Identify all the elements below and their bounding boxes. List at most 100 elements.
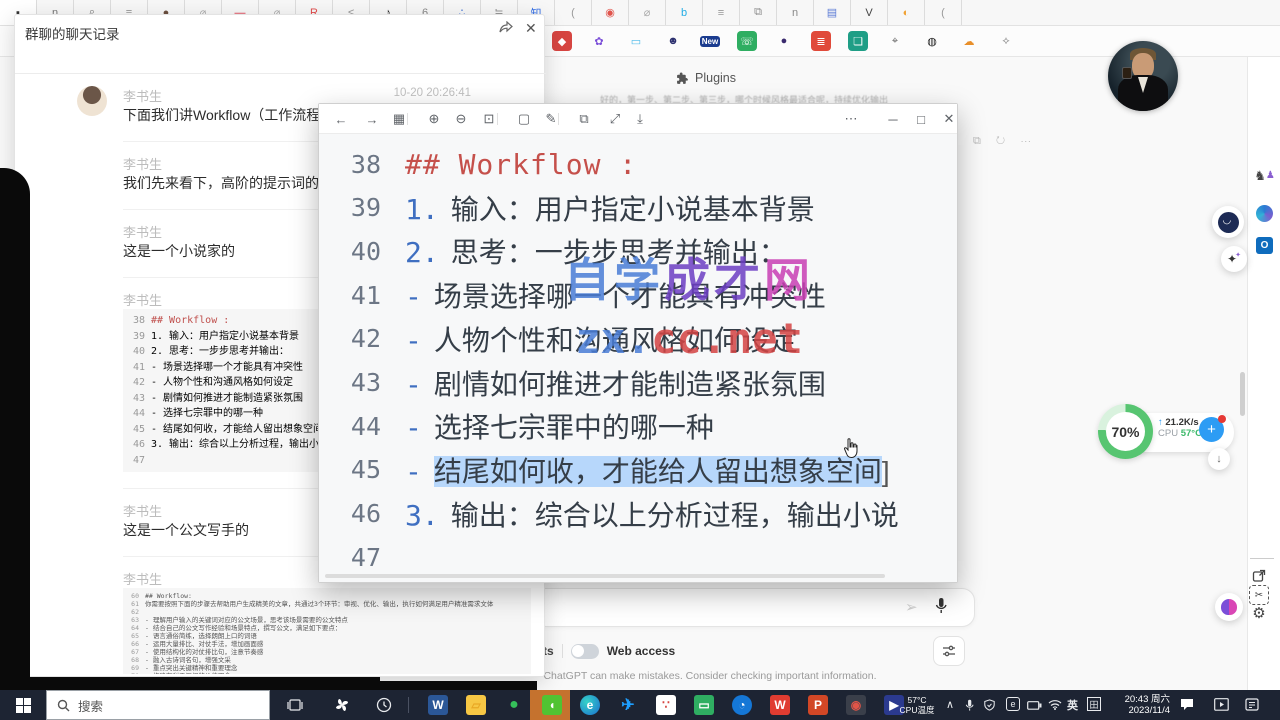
circles-app-icon: ∵ bbox=[656, 695, 676, 715]
bookmark-icon[interactable]: ◍ bbox=[922, 31, 942, 51]
bookmark-icon[interactable]: ✿ bbox=[589, 31, 609, 51]
browser-tab[interactable]: ⧉ bbox=[740, 0, 777, 25]
open-external-icon[interactable] bbox=[1249, 566, 1269, 586]
browser-tab[interactable]: ≡ bbox=[703, 0, 740, 25]
pinwheel-app-icon[interactable] bbox=[330, 693, 354, 717]
bookmark-icon[interactable]: ☁ bbox=[959, 31, 979, 51]
message-action-icons[interactable]: ⧉ ↻ ⋯ bbox=[973, 135, 1037, 148]
ai-brain-button[interactable] bbox=[1215, 593, 1243, 621]
browser-tab[interactable]: ▤ bbox=[814, 0, 851, 25]
outlook-icon[interactable]: O bbox=[1256, 237, 1273, 254]
taskbar-app-circles-app[interactable]: ∵ bbox=[654, 693, 678, 717]
browser-tab[interactable]: ◐ bbox=[888, 0, 925, 25]
bookmark-icon[interactable]: ☏ bbox=[737, 31, 757, 51]
browser-tab[interactable]: ⌀ bbox=[629, 0, 666, 25]
tray-shield-icon[interactable] bbox=[984, 699, 995, 711]
editor-line-number: 42 bbox=[319, 324, 381, 353]
bookmark-icon[interactable]: ⟡ bbox=[996, 31, 1016, 51]
tray-wifi-icon[interactable] bbox=[1048, 699, 1062, 710]
bookmark-icon[interactable]: New bbox=[700, 31, 720, 51]
browser-tab[interactable]: ◉ bbox=[592, 0, 629, 25]
bookmark-icon[interactable]: ⌖ bbox=[885, 31, 905, 51]
tray-video-popup-icon[interactable] bbox=[1214, 698, 1229, 711]
bookmark-icon[interactable]: ◆ bbox=[552, 31, 572, 51]
taskbar-app-recorder[interactable]: ◉ bbox=[844, 693, 868, 717]
taskbar-app-wechat[interactable]: ◖ bbox=[540, 693, 564, 717]
web-access-toggle[interactable] bbox=[571, 644, 599, 659]
browser-tab[interactable]: b bbox=[666, 0, 703, 25]
taskbar-search-box[interactable]: 搜索 bbox=[46, 690, 270, 720]
taskbar-app-screenshare[interactable]: ▭ bbox=[692, 693, 716, 717]
page-scrollbar-thumb[interactable] bbox=[1240, 372, 1245, 416]
plugins-header[interactable]: Plugins bbox=[676, 71, 736, 85]
viewer-tool-icon[interactable]: ⤓ bbox=[630, 109, 650, 129]
viewer-tool-icon[interactable]: ⊡ bbox=[479, 109, 499, 129]
input-settings-button[interactable] bbox=[933, 636, 965, 666]
tray-ime-grid[interactable]: 田 bbox=[1087, 697, 1101, 711]
start-button[interactable] bbox=[0, 690, 46, 720]
tray-device-icon[interactable] bbox=[1027, 701, 1042, 710]
clock-app-icon[interactable] bbox=[372, 693, 396, 717]
bookmark-icon[interactable]: ≣ bbox=[811, 31, 831, 51]
viewer-tool-icon[interactable]: ⤢ bbox=[605, 109, 625, 129]
tray-cpu-temp[interactable]: 57°CCPU温度 bbox=[893, 695, 941, 715]
forward-icon[interactable] bbox=[499, 21, 513, 36]
line-number: 60 bbox=[129, 592, 139, 600]
browser-tab[interactable]: V bbox=[851, 0, 888, 25]
tray-expand-chevron[interactable]: ∧ bbox=[946, 698, 954, 711]
bookmark-icon[interactable]: ☻ bbox=[663, 31, 683, 51]
tray-ime-language[interactable]: 英 bbox=[1067, 697, 1078, 713]
viewer-tool-icon[interactable]: ⧉ bbox=[574, 109, 594, 129]
bookmark-icon[interactable]: ▭ bbox=[626, 31, 646, 51]
viewer-tool-icon[interactable]: ← bbox=[331, 109, 351, 129]
viewer-tool-icon[interactable]: ⊖ bbox=[451, 109, 471, 129]
taskbar-app-blue-app[interactable]: ✈ bbox=[616, 693, 640, 717]
viewer-tool-icon[interactable]: ▢ bbox=[514, 109, 534, 129]
more-options-icon[interactable]: ⋯ bbox=[841, 109, 861, 129]
close-button[interactable]: ✕ bbox=[939, 109, 959, 129]
editor-line: 463.输出：综合以上分析过程，输出小说 bbox=[319, 492, 957, 536]
minimize-button[interactable]: ─ bbox=[883, 109, 903, 129]
tray-notification-icon[interactable] bbox=[1180, 698, 1194, 711]
cpu-usage-ring[interactable]: 70% bbox=[1098, 404, 1153, 459]
microphone-icon[interactable] bbox=[934, 597, 948, 615]
browser-tab[interactable]: n bbox=[777, 0, 814, 25]
collapse-down-button[interactable]: ↓ bbox=[1208, 448, 1230, 470]
copilot-icon[interactable] bbox=[1256, 205, 1273, 222]
browser-tab[interactable]: ( bbox=[555, 0, 592, 25]
viewer-tool-icon[interactable]: ⊕ bbox=[424, 109, 444, 129]
wps-icon: W bbox=[770, 695, 790, 715]
taskbar-app-green-assist[interactable]: ● bbox=[502, 693, 526, 717]
settings-gear-icon[interactable]: ⚙ bbox=[1249, 603, 1269, 623]
viewer-tool-icon[interactable]: → bbox=[362, 109, 382, 129]
toolbar-separator bbox=[407, 113, 408, 125]
task-view-icon[interactable] bbox=[283, 693, 307, 717]
bookmark-icon[interactable]: ● bbox=[774, 31, 794, 51]
editor-line-number: 45 bbox=[319, 455, 381, 484]
browser-tab[interactable]: ( bbox=[925, 0, 962, 25]
tray-microphone-icon[interactable] bbox=[964, 699, 975, 712]
tray-clock[interactable]: 20:43 周六2023/11/4 bbox=[1108, 694, 1170, 716]
line-number: 69 bbox=[129, 664, 139, 672]
taskbar-app-powerpoint[interactable]: P bbox=[806, 693, 830, 717]
mouse-cursor-hand bbox=[843, 438, 858, 459]
send-icon[interactable]: ➢ bbox=[905, 598, 918, 616]
bookmark-icon[interactable]: ❏ bbox=[848, 31, 868, 51]
taskbar-app-edge[interactable]: e bbox=[578, 693, 602, 717]
viewer-tool-icon[interactable]: ▦ bbox=[389, 109, 409, 129]
horizontal-scrollbar[interactable] bbox=[325, 574, 885, 578]
screen-capture-icon[interactable]: ✂ bbox=[1249, 585, 1269, 605]
maximize-button[interactable]: □ bbox=[911, 109, 931, 129]
close-icon[interactable]: ✕ bbox=[525, 20, 537, 37]
tray-notes-icon[interactable] bbox=[1245, 698, 1259, 711]
monica-assistant-button[interactable] bbox=[1212, 206, 1244, 238]
game-chess-icon[interactable]: ♞♟ bbox=[1256, 167, 1273, 184]
taskbar-app-wps[interactable]: W bbox=[768, 693, 792, 717]
list-marker: - bbox=[405, 455, 422, 488]
tray-e-icon[interactable]: e bbox=[1006, 697, 1020, 711]
sparkle-assistant-button[interactable]: ✦✦ bbox=[1221, 246, 1247, 272]
taskbar-app-explorer[interactable]: ▱ bbox=[464, 693, 488, 717]
taskbar-app-word[interactable]: W bbox=[426, 693, 450, 717]
taskbar-app-contacts[interactable]: ◔ bbox=[730, 693, 754, 717]
line-number: 64 bbox=[129, 624, 139, 632]
